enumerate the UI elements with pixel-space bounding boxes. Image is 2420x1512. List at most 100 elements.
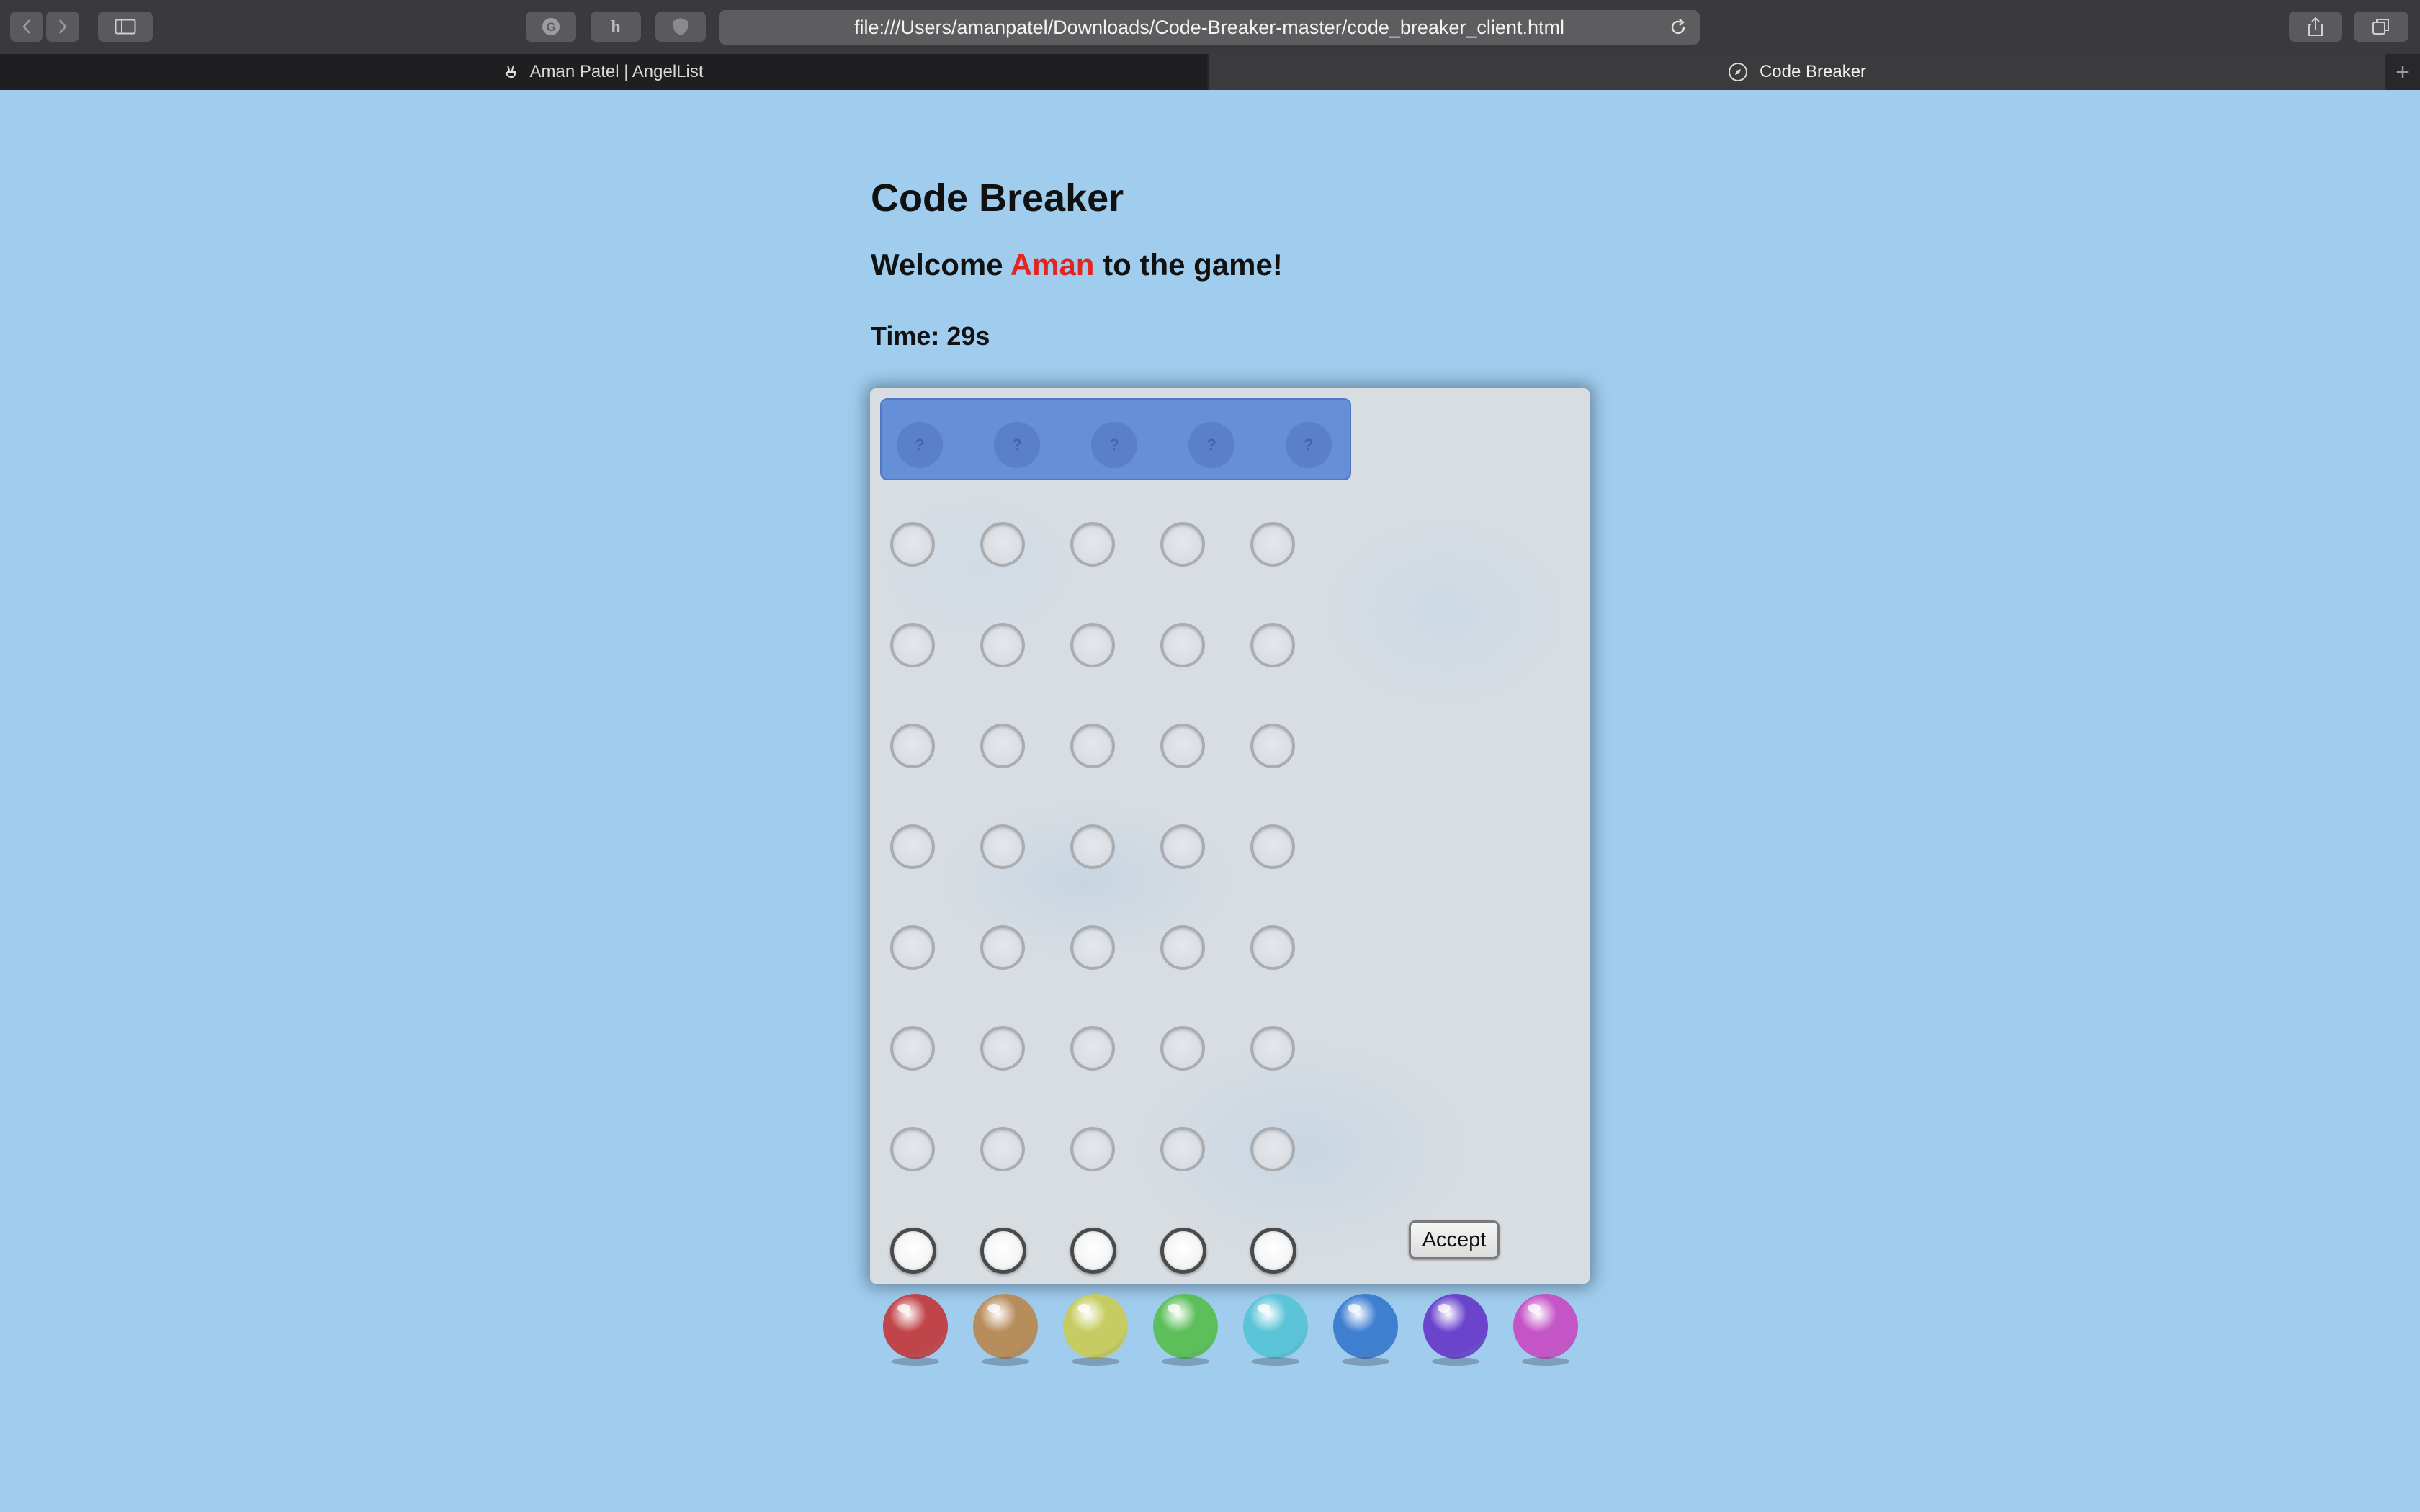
tabs-icon xyxy=(2372,19,2389,35)
honey-extension-button[interactable]: h xyxy=(591,12,641,42)
tab-angellist[interactable]: Aman Patel | AngelList xyxy=(0,54,1207,90)
grammarly-icon: G xyxy=(542,18,560,35)
page-title: Code Breaker xyxy=(871,176,1124,220)
active-guess-peg[interactable] xyxy=(1250,1228,1296,1274)
guess-peg xyxy=(1070,1127,1115,1171)
share-button[interactable] xyxy=(2289,12,2342,42)
guess-peg xyxy=(890,1127,935,1171)
guess-peg xyxy=(1070,925,1115,970)
guess-peg xyxy=(1250,724,1295,768)
color-ball-magenta[interactable] xyxy=(1513,1294,1578,1366)
game-board: ? ? ? ? ? Accept xyxy=(870,388,1590,1284)
reload-icon[interactable] xyxy=(1668,17,1688,37)
guess-peg xyxy=(890,1026,935,1071)
tab-code-breaker[interactable]: Code Breaker xyxy=(1209,54,2385,90)
guess-peg xyxy=(980,623,1025,667)
active-guess-peg[interactable] xyxy=(980,1228,1026,1274)
guess-peg xyxy=(1070,522,1115,567)
tab-label: Aman Patel | AngelList xyxy=(529,62,704,81)
tab-label: Code Breaker xyxy=(1759,62,1867,81)
welcome-message: Welcome Aman to the game! xyxy=(871,248,1283,282)
guess-peg xyxy=(980,1026,1025,1071)
secret-peg: ? xyxy=(897,422,943,468)
guess-peg xyxy=(1250,824,1295,869)
tabs-overview-button[interactable] xyxy=(2354,12,2408,42)
honey-icon: h xyxy=(611,18,620,37)
guess-peg xyxy=(980,925,1025,970)
guess-peg xyxy=(980,824,1025,869)
color-ball-cyan[interactable] xyxy=(1243,1294,1308,1366)
forward-button[interactable] xyxy=(46,12,79,42)
chevron-left-icon xyxy=(22,19,30,34)
active-guess-peg[interactable] xyxy=(1070,1228,1116,1274)
svg-text:G: G xyxy=(546,20,555,34)
ball-shadow xyxy=(1072,1357,1119,1366)
guess-peg xyxy=(1160,925,1205,970)
secret-peg: ? xyxy=(994,422,1040,468)
ball-highlight xyxy=(1077,1304,1090,1313)
secret-code-row: ? ? ? ? ? xyxy=(880,398,1351,480)
ball-highlight xyxy=(1168,1304,1180,1313)
guess-peg xyxy=(890,623,935,667)
browser-toolbar: G h file:///Users/amanpatel/Downloads/Co… xyxy=(0,0,2420,55)
guess-peg xyxy=(1250,1026,1295,1071)
guess-peg xyxy=(890,925,935,970)
guess-peg xyxy=(1070,1026,1115,1071)
color-ball-blue[interactable] xyxy=(1333,1294,1398,1366)
svg-text:h: h xyxy=(611,18,620,37)
guess-peg xyxy=(1250,1127,1295,1171)
ball-highlight xyxy=(987,1304,1000,1313)
guess-peg xyxy=(1160,824,1205,869)
sidebar-button[interactable] xyxy=(98,12,153,42)
new-tab-button[interactable]: + xyxy=(2385,54,2420,90)
secret-peg: ? xyxy=(1091,422,1137,468)
address-url: file:///Users/amanpatel/Downloads/Code-B… xyxy=(854,16,1564,38)
guess-peg xyxy=(1250,623,1295,667)
ball-shadow xyxy=(1432,1357,1479,1366)
ball-highlight xyxy=(1258,1304,1270,1313)
guess-peg xyxy=(1250,522,1295,567)
privacy-extension-button[interactable] xyxy=(655,12,706,42)
guess-peg xyxy=(890,824,935,869)
guess-peg xyxy=(1160,1026,1205,1071)
secret-peg: ? xyxy=(1188,422,1234,468)
ball-highlight xyxy=(1528,1304,1541,1313)
back-button[interactable] xyxy=(10,12,43,42)
player-name: Aman xyxy=(1010,248,1095,282)
accept-button[interactable]: Accept xyxy=(1409,1220,1500,1259)
guess-peg xyxy=(1250,925,1295,970)
ball-shadow xyxy=(982,1357,1029,1366)
share-icon xyxy=(2308,17,2323,36)
welcome-suffix: to the game! xyxy=(1103,248,1283,282)
ball-highlight xyxy=(1438,1304,1451,1313)
chevron-right-icon xyxy=(59,19,67,34)
guess-peg xyxy=(1160,623,1205,667)
ball-highlight xyxy=(1348,1304,1361,1313)
ball-shadow xyxy=(892,1357,939,1366)
guess-peg xyxy=(1160,522,1205,567)
guess-peg xyxy=(1160,1127,1205,1171)
color-ball-purple[interactable] xyxy=(1423,1294,1488,1366)
sidebar-icon xyxy=(115,19,136,35)
color-ball-green[interactable] xyxy=(1153,1294,1218,1366)
guess-peg xyxy=(1160,724,1205,768)
ball-highlight xyxy=(897,1304,910,1313)
guess-peg xyxy=(1070,623,1115,667)
color-ball-red[interactable] xyxy=(883,1294,948,1366)
grammarly-extension-button[interactable]: G xyxy=(526,12,576,42)
color-ball-tan[interactable] xyxy=(973,1294,1038,1366)
active-guess-peg[interactable] xyxy=(890,1228,936,1274)
ball-shadow xyxy=(1162,1357,1209,1366)
color-ball-yellow[interactable] xyxy=(1063,1294,1128,1366)
guess-peg xyxy=(890,522,935,567)
guess-peg xyxy=(980,522,1025,567)
guess-peg xyxy=(1070,724,1115,768)
guess-peg xyxy=(890,724,935,768)
guess-peg xyxy=(980,1127,1025,1171)
address-bar[interactable]: file:///Users/amanpatel/Downloads/Code-B… xyxy=(719,10,1700,45)
shield-icon xyxy=(673,18,688,35)
active-guess-peg[interactable] xyxy=(1160,1228,1206,1274)
angellist-icon xyxy=(503,63,518,81)
ball-shadow xyxy=(1252,1357,1299,1366)
tab-bar: Aman Patel | AngelList Code Breaker + xyxy=(0,54,2420,90)
